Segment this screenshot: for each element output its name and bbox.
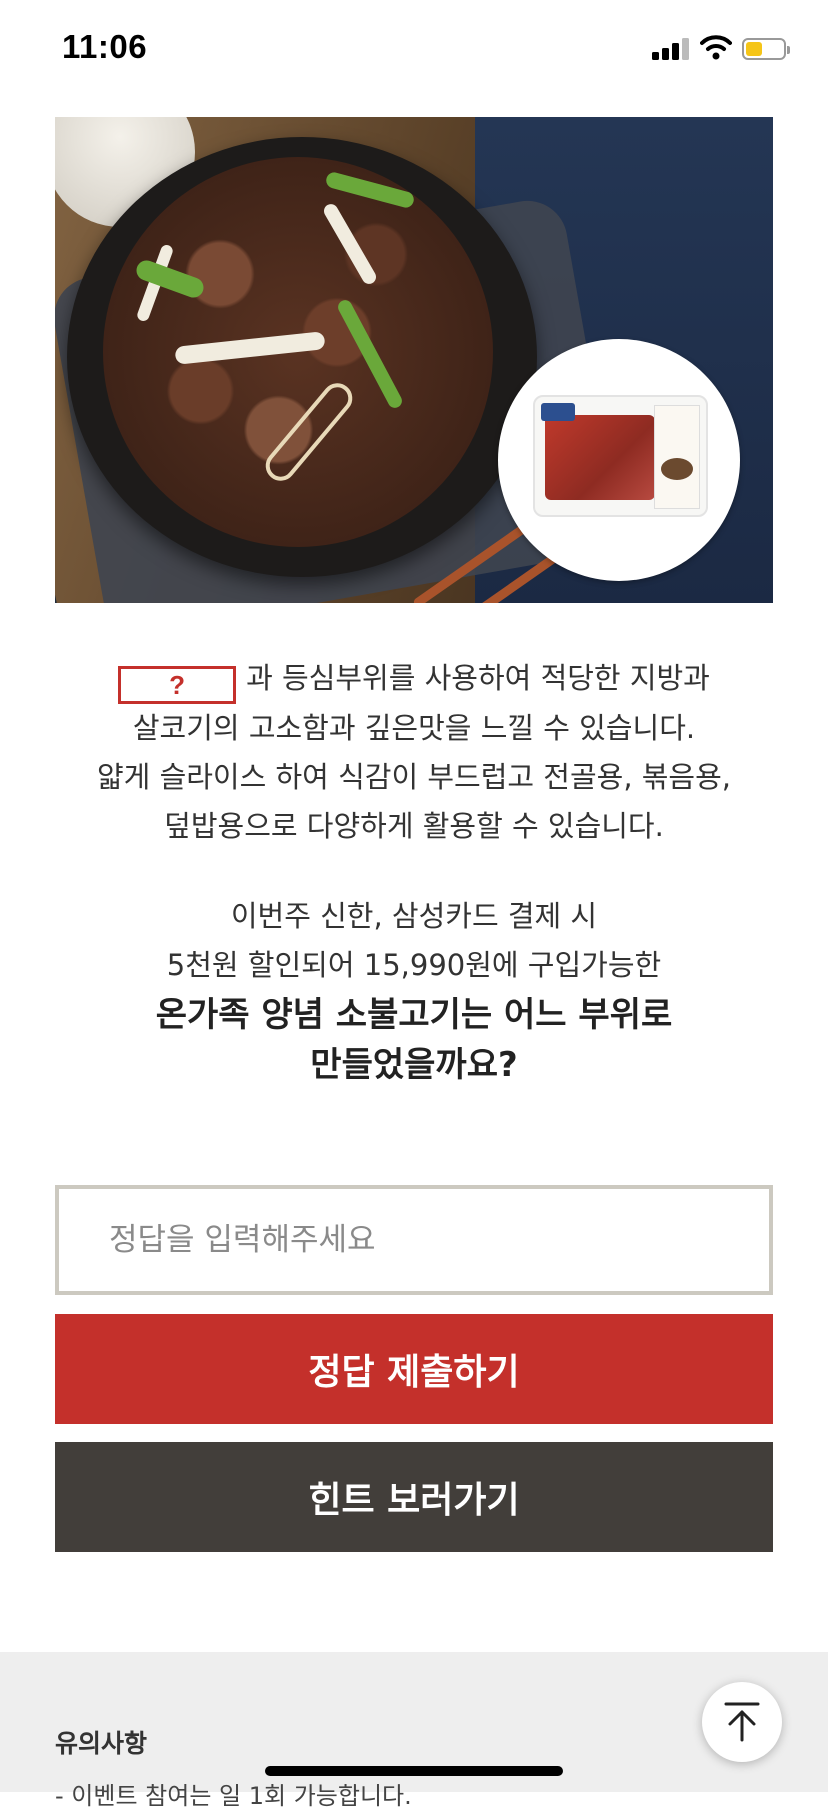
pack-label — [654, 405, 700, 509]
product-description: ? 과 등심부위를 사용하여 적당한 지방과 살코기의 고소함과 깊은맛을 느낄 … — [0, 654, 828, 851]
question-line-2: 만들었을까요? — [310, 1045, 518, 1085]
description-line-1-text: 과 등심부위를 사용하여 적당한 지방과 — [246, 661, 710, 695]
view-hint-button[interactable]: 힌트 보러가기 — [55, 1442, 773, 1552]
answer-field[interactable] — [55, 1185, 773, 1295]
status-time: 11:06 — [62, 28, 148, 65]
quiz-blank-box: ? — [118, 666, 237, 704]
promo-line-2: 5천원 할인되어 15,990원에 구입가능한 — [166, 948, 662, 982]
product-hero-image — [55, 117, 773, 603]
description-line-1: ? 과 등심부위를 사용하여 적당한 지방과 — [0, 654, 828, 704]
notice-title: 유의사항 — [55, 1729, 148, 1758]
signal-icon — [652, 38, 692, 60]
notice-item: - 이벤트 참여는 일 1회 가능합니다. — [55, 1782, 412, 1810]
arrow-up-to-top-icon — [724, 1702, 760, 1742]
promo-line-1: 이번주 신한, 삼성카드 결제 시 — [230, 899, 598, 933]
submit-answer-button[interactable]: 정답 제출하기 — [55, 1314, 773, 1424]
answer-input[interactable] — [59, 1189, 769, 1291]
description-line-4: 덮밥용으로 다양하게 활용할 수 있습니다. — [164, 809, 664, 843]
scroll-to-top-button[interactable] — [702, 1682, 782, 1762]
wifi-icon — [700, 34, 732, 60]
home-indicator — [265, 1766, 563, 1776]
product-pack — [533, 395, 708, 517]
pack-badge — [541, 403, 575, 421]
quiz-question-block: 이번주 신한, 삼성카드 결제 시 5천원 할인되어 15,990원에 구입가능… — [0, 892, 828, 1090]
battery-icon — [742, 38, 790, 60]
description-line-3: 얇게 슬라이스 하여 식감이 부드럽고 전골용, 볶음용, — [96, 760, 732, 794]
question-line-1: 온가족 양념 소불고기는 어느 부위로 — [155, 995, 673, 1035]
description-line-2: 살코기의 고소함과 깊은맛을 느낄 수 있습니다. — [132, 711, 696, 745]
status-bar: 11:06 — [0, 0, 828, 100]
